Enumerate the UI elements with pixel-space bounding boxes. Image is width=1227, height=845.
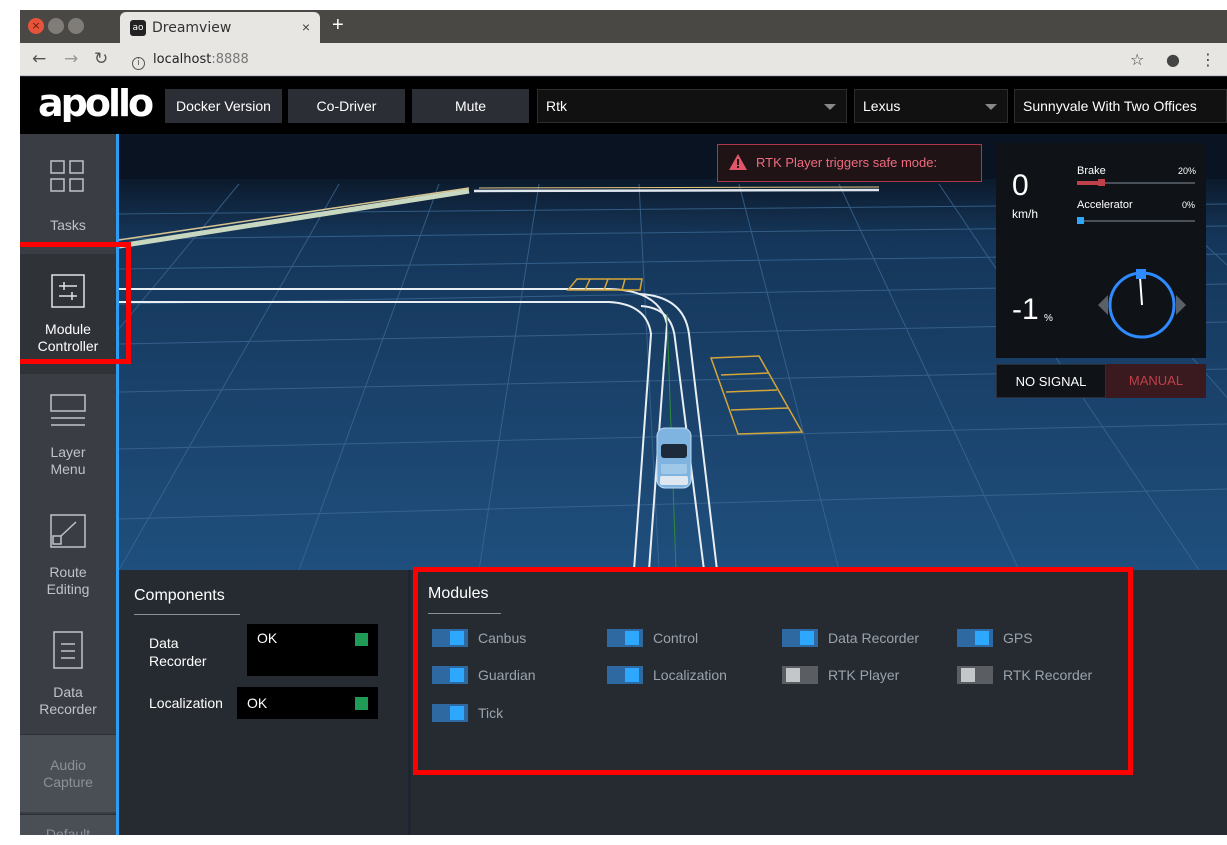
status-ok-indicator xyxy=(355,697,368,710)
layer-menu-icon xyxy=(50,394,86,426)
url-host: localhost xyxy=(153,52,212,67)
alert-message: RTK Player triggers safe mode: xyxy=(756,155,938,170)
map-select[interactable]: Sunnyvale With Two Offices xyxy=(1014,89,1227,123)
route-editing-icon xyxy=(50,514,86,548)
site-info-icon[interactable]: i xyxy=(132,57,145,70)
sidebar-item-label: Route Editing xyxy=(46,564,90,597)
mute-button[interactable]: Mute xyxy=(412,89,529,123)
sidebar-item-data-recorder[interactable]: Data Recorder xyxy=(20,614,116,734)
menu-kebab-icon[interactable]: ⋮ xyxy=(1200,50,1216,69)
sidebar-item-layer-menu[interactable]: Layer Menu xyxy=(20,374,116,494)
component-status-text: OK xyxy=(247,695,268,711)
sidebar-item-label: Audio Capture xyxy=(43,757,93,790)
forward-icon[interactable]: → xyxy=(64,49,78,69)
docker-version-button[interactable]: Docker Version xyxy=(165,89,282,123)
sidebar-item-default[interactable]: Default xyxy=(20,814,116,835)
sidebar-item-label: Tasks xyxy=(50,217,86,233)
browser-tab[interactable]: ao Dreamview × xyxy=(120,12,320,43)
highlight-module-controller xyxy=(20,242,131,364)
sidebar-item-audio-capture[interactable]: Audio Capture xyxy=(20,734,116,812)
sidebar-item-label: Layer Menu xyxy=(50,444,86,477)
components-title-underline xyxy=(134,614,240,615)
vehicle-select-value: Lexus xyxy=(863,98,901,114)
brake-bar xyxy=(1077,179,1195,186)
data-recorder-icon xyxy=(53,631,83,669)
chevron-down-icon xyxy=(985,104,997,110)
driving-mode-status: MANUAL xyxy=(1106,364,1206,398)
apollo-favicon-icon: ao xyxy=(130,20,146,36)
browser-window: × ao Dreamview × + ← → ↻ i localhost:8888… xyxy=(20,10,1227,835)
accelerator-value: 0% xyxy=(1182,200,1196,210)
ego-vehicle-icon xyxy=(656,427,692,489)
tasks-grid-icon xyxy=(50,160,84,192)
bookmark-star-icon[interactable]: ☆ xyxy=(1130,50,1144,69)
reload-icon[interactable]: ↻ xyxy=(94,49,108,69)
turn-signal-status: NO SIGNAL xyxy=(996,364,1106,398)
brake-label: Brake xyxy=(1077,165,1106,177)
app-header: apollo Docker Version Co-Driver Mute Rtk… xyxy=(20,77,1227,134)
steering-meter: -1 % xyxy=(996,253,1206,358)
brake-value: 20% xyxy=(1178,166,1197,176)
apollo-logo: apollo xyxy=(38,88,156,122)
steering-unit: % xyxy=(1044,313,1053,324)
window-close-icon[interactable]: × xyxy=(28,18,44,34)
profile-icon[interactable]: ● xyxy=(1166,50,1180,69)
speed-value: 0 xyxy=(1012,169,1029,202)
component-status-text: OK xyxy=(257,630,278,646)
warning-icon xyxy=(729,154,747,170)
components-panel: Components Data Recorder OK Localization… xyxy=(119,570,408,835)
speed-meter: 0 km/h Brake 20% Accelerator 0% xyxy=(996,143,1206,253)
component-name-localization: Localization xyxy=(149,695,223,711)
accelerator-label: Accelerator xyxy=(1077,199,1133,211)
sidebar: Tasks Module Controller Layer Menu Route… xyxy=(20,134,119,835)
chevron-down-icon xyxy=(824,104,836,110)
title-bar: × ao Dreamview × + xyxy=(20,10,1227,43)
status-ok-indicator xyxy=(355,633,368,646)
sidebar-item-route-editing[interactable]: Route Editing xyxy=(20,494,116,614)
safe-mode-alert: RTK Player triggers safe mode: xyxy=(717,144,982,182)
co-driver-button[interactable]: Co-Driver xyxy=(288,89,405,123)
sidebar-item-tasks[interactable]: Tasks xyxy=(20,134,116,254)
map-select-value: Sunnyvale With Two Offices xyxy=(1023,98,1197,114)
svg-text:apollo: apollo xyxy=(38,88,153,122)
steering-value: -1 xyxy=(1012,293,1039,326)
components-title: Components xyxy=(134,587,225,604)
window-minimize-icon[interactable] xyxy=(48,18,64,34)
mode-select-value: Rtk xyxy=(546,98,567,114)
url-port: :8888 xyxy=(211,52,249,67)
address-bar: ← → ↻ i localhost:8888 ☆ ● ⋮ xyxy=(20,43,1227,76)
sidebar-item-label: Data Recorder xyxy=(39,684,97,717)
tab-title: Dreamview xyxy=(152,20,232,36)
component-name-data-recorder: Data Recorder xyxy=(149,635,207,669)
mode-select[interactable]: Rtk xyxy=(537,89,847,123)
tab-close-icon[interactable]: × xyxy=(302,19,310,35)
sidebar-item-label: Default xyxy=(45,826,91,835)
component-status-localization: OK xyxy=(237,687,378,719)
window-maximize-icon[interactable] xyxy=(68,18,84,34)
highlight-modules-panel xyxy=(413,567,1133,775)
url-field[interactable]: i localhost:8888 xyxy=(132,52,249,70)
vehicle-select[interactable]: Lexus xyxy=(854,89,1008,123)
speed-unit: km/h xyxy=(1012,207,1039,221)
component-status-data-recorder: OK xyxy=(247,624,378,676)
steering-wheel-icon xyxy=(1098,269,1186,339)
back-icon[interactable]: ← xyxy=(32,49,46,69)
new-tab-icon[interactable]: + xyxy=(332,14,344,37)
accelerator-bar xyxy=(1077,217,1195,224)
